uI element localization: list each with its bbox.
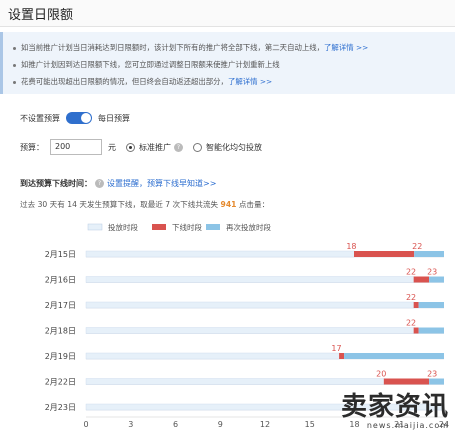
data-label: 17 — [331, 344, 341, 353]
offline-bar — [384, 378, 430, 385]
x-tick-label: 3 — [128, 420, 133, 429]
page-header: 设置日限额 — [0, 0, 455, 27]
learn-more-link-1[interactable]: 了解详情 >> — [324, 43, 368, 52]
info-line-2: 如推广计划因到达日限额下线，您可立即通过调整日限额来使推广计划重新上线 — [13, 59, 280, 70]
help-icon[interactable]: ? — [95, 179, 104, 188]
data-label: 22 — [406, 293, 416, 302]
summary-text: 过去 30 天有 14 天发生预算下线，取最近 7 次下线共流失 941 点击量… — [20, 200, 270, 209]
data-label: 22 — [406, 268, 416, 277]
row-label: 2月23日 — [45, 403, 76, 412]
budget-input[interactable]: 200 — [50, 139, 102, 155]
row-label: 2月17日 — [45, 301, 76, 310]
x-tick-label: 12 — [260, 420, 270, 429]
redeliver-bar — [418, 302, 444, 308]
legend-swatch — [206, 224, 220, 230]
info-line-3: 花费可能出现超出日限额的情况，但日终会自动返还超出部分，了解详情 >> — [13, 76, 272, 87]
redeliver-bar — [344, 353, 444, 359]
delivered-bar — [85, 352, 340, 360]
delivered-bar — [85, 276, 415, 283]
legend-label: 再次投放时段 — [226, 222, 271, 232]
row-label: 2月19日 — [45, 352, 76, 361]
x-tick-label: 15 — [305, 420, 315, 429]
data-label: 18 — [346, 242, 356, 251]
delivered-bar — [85, 378, 385, 385]
lost-clicks-value: 941 — [220, 200, 237, 209]
x-tick-label: 9 — [218, 420, 223, 429]
budget-unit: 元 — [108, 142, 116, 152]
legend-label: 下线时段 — [172, 222, 202, 232]
no-budget-label: 不设置预算 — [20, 113, 60, 123]
legend-swatch — [87, 223, 103, 231]
bullet-icon — [13, 80, 16, 84]
delivered-bar — [85, 327, 415, 334]
delivered-bar — [85, 250, 355, 258]
offline-bar — [414, 327, 419, 334]
redeliver-bar — [429, 276, 444, 283]
redeliver-bar — [429, 378, 444, 385]
page-title: 设置日限额 — [8, 8, 74, 23]
data-label: 22 — [406, 319, 416, 328]
row-label: 2月18日 — [45, 327, 76, 336]
reach-time-row: 到达预算下线时间： ? 设置提醒，预算下线早知道>> — [20, 178, 216, 189]
info-line-1: 如当前推广计划当日消耗达到日限额时，该计划下所有的推广将全部下线，第二天自动上线… — [13, 42, 368, 53]
row-label: 2月22日 — [45, 378, 76, 387]
info-box: 如当前推广计划当日消耗达到日限额时，该计划下所有的推广将全部下线，第二天自动上线… — [0, 32, 455, 94]
bullet-icon — [13, 46, 16, 50]
legend-swatch — [152, 224, 166, 230]
data-label: 22 — [412, 242, 422, 251]
learn-more-link-2[interactable]: 了解详情 >> — [228, 77, 272, 86]
reach-time-label: 到达预算下线时间： — [20, 179, 92, 188]
redeliver-bar — [414, 251, 444, 257]
watermark-url: news.maijia.com — [366, 421, 449, 430]
toggle-knob — [81, 113, 91, 123]
offline-bar — [339, 353, 345, 359]
budget-label: 预算： — [20, 142, 44, 152]
watermark-logo: 卖家资讯 news.maijia.com — [341, 393, 449, 430]
row-label: 2月16日 — [45, 276, 76, 285]
budget-toggle[interactable] — [66, 112, 92, 124]
budget-row: 预算： 200 元 标准推广 ? 智能化均匀投放 — [20, 139, 262, 155]
data-label: 23 — [427, 268, 437, 277]
radio-smart[interactable] — [193, 142, 202, 152]
offline-bar — [414, 302, 419, 308]
bullet-icon — [13, 63, 16, 67]
offline-bar — [414, 276, 430, 283]
data-label: 20 — [376, 370, 386, 379]
radio-standard[interactable] — [126, 142, 135, 152]
standard-option-label: 标准推广 — [139, 142, 171, 152]
row-label: 2月15日 — [45, 250, 76, 259]
set-reminder-link[interactable]: 设置提醒，预算下线早知道>> — [107, 178, 216, 189]
delivered-bar — [85, 301, 415, 309]
daily-budget-label: 每日预算 — [98, 113, 130, 123]
offline-bar — [354, 251, 415, 257]
help-icon[interactable]: ? — [174, 142, 183, 152]
watermark-text: 卖家资讯 — [340, 392, 449, 422]
budget-mode-row: 不设置预算 每日预算 — [20, 112, 130, 124]
data-label: 23 — [427, 370, 437, 379]
x-tick-label: 0 — [83, 420, 88, 429]
smart-option-label: 智能化均匀投放 — [206, 142, 262, 152]
redeliver-bar — [418, 327, 444, 334]
x-tick-label: 6 — [173, 420, 178, 429]
legend-label: 投放时段 — [108, 222, 138, 232]
